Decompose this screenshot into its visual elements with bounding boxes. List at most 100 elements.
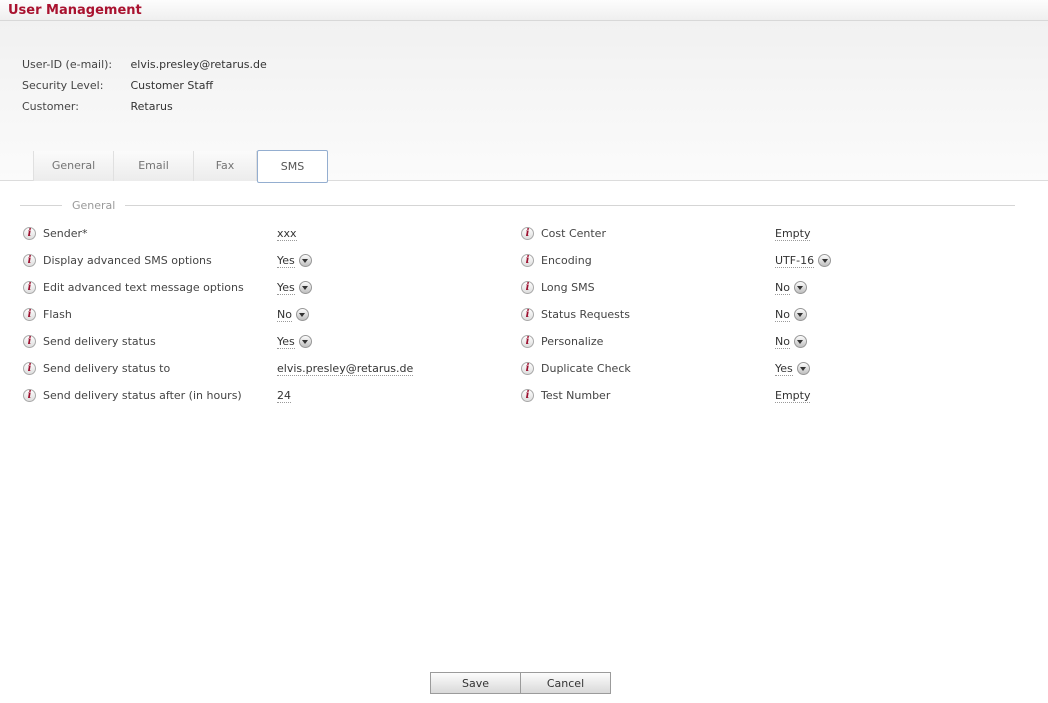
form-row: i Display advanced SMS options Yes <box>23 247 500 274</box>
user-info-row: Security Level: Customer Staff <box>22 75 1048 96</box>
info-icon[interactable]: i <box>521 362 534 375</box>
down-triangle-icon <box>302 259 308 263</box>
form-row: i Send delivery status to elvis.presley@… <box>23 355 500 382</box>
form-row: i Send delivery status after (in hours) … <box>23 382 500 409</box>
info-icon[interactable]: i <box>23 227 36 240</box>
sms-settings-form: i Sender* xxx i Display advanced SMS opt… <box>0 220 1048 409</box>
field-value[interactable]: Yes <box>277 335 295 349</box>
form-column-right: i Cost Center Empty i Encoding UTF-16 i … <box>521 220 1048 409</box>
field-label: Test Number <box>541 389 775 402</box>
info-icon[interactable]: i <box>23 362 36 375</box>
tab-label: Fax <box>216 159 235 172</box>
user-info-block: User-ID (e-mail): elvis.presley@retarus.… <box>0 21 1048 117</box>
cancel-button[interactable]: Cancel <box>520 672 611 694</box>
field-label: Send delivery status after (in hours) <box>43 389 277 402</box>
field-label: Send delivery status to <box>43 362 277 375</box>
field-value[interactable]: Yes <box>775 362 793 376</box>
dropdown-icon[interactable] <box>296 308 309 321</box>
info-icon[interactable]: i <box>23 389 36 402</box>
form-row: i Cost Center Empty <box>521 220 1048 247</box>
dropdown-icon[interactable] <box>818 254 831 267</box>
field-value[interactable]: Yes <box>277 254 295 268</box>
field-value[interactable]: elvis.presley@retarus.de <box>277 362 413 376</box>
page-header: User Management <box>0 0 1048 21</box>
dropdown-icon[interactable] <box>299 335 312 348</box>
field-label: Sender* <box>43 227 277 240</box>
field-label: Long SMS <box>541 281 775 294</box>
user-summary-section: User-ID (e-mail): elvis.presley@retarus.… <box>0 21 1048 181</box>
info-icon[interactable]: i <box>23 308 36 321</box>
down-triangle-icon <box>302 340 308 344</box>
tab-label: General <box>52 159 95 172</box>
field-label: Duplicate Check <box>541 362 775 375</box>
field-label: Status Requests <box>541 308 775 321</box>
user-info-row: User-ID (e-mail): elvis.presley@retarus.… <box>22 54 1048 75</box>
info-icon[interactable]: i <box>521 281 534 294</box>
info-icon[interactable]: i <box>23 254 36 267</box>
down-triangle-icon <box>302 286 308 290</box>
down-triangle-icon <box>800 367 806 371</box>
field-value[interactable]: Empty <box>775 227 810 241</box>
info-icon[interactable]: i <box>521 227 534 240</box>
user-info-label: Customer: <box>22 96 127 117</box>
info-icon[interactable]: i <box>23 335 36 348</box>
dropdown-icon[interactable] <box>794 281 807 294</box>
form-row: i Test Number Empty <box>521 382 1048 409</box>
tab-general[interactable]: General <box>33 151 113 181</box>
tab-email[interactable]: Email <box>113 151 193 181</box>
form-column-left: i Sender* xxx i Display advanced SMS opt… <box>23 220 500 409</box>
field-value[interactable]: xxx <box>277 227 297 241</box>
field-value[interactable]: No <box>775 281 790 295</box>
user-management-page: User Management User-ID (e-mail): elvis.… <box>0 0 1048 703</box>
dropdown-icon[interactable] <box>299 254 312 267</box>
user-info-value: Retarus <box>131 100 173 113</box>
section-legend: General <box>0 199 1048 212</box>
tab-fax[interactable]: Fax <box>193 151 257 181</box>
field-label: Flash <box>43 308 277 321</box>
field-value[interactable]: No <box>775 308 790 322</box>
tab-label: Email <box>138 159 169 172</box>
action-button-bar: Save Cancel <box>430 672 611 694</box>
form-row: i Status Requests No <box>521 301 1048 328</box>
field-value[interactable]: Yes <box>277 281 295 295</box>
section-legend-label: General <box>62 199 125 212</box>
form-row: i Edit advanced text message options Yes <box>23 274 500 301</box>
dropdown-icon[interactable] <box>794 335 807 348</box>
dropdown-icon[interactable] <box>797 362 810 375</box>
info-icon[interactable]: i <box>521 308 534 321</box>
field-value[interactable]: 24 <box>277 389 291 403</box>
form-row: i Duplicate Check Yes <box>521 355 1048 382</box>
user-info-value: elvis.presley@retarus.de <box>131 58 267 71</box>
tab-sms[interactable]: SMS <box>257 150 328 183</box>
down-triangle-icon <box>797 286 803 290</box>
user-info-label: User-ID (e-mail): <box>22 54 127 75</box>
field-label: Send delivery status <box>43 335 277 348</box>
form-row: i Encoding UTF-16 <box>521 247 1048 274</box>
info-icon[interactable]: i <box>521 335 534 348</box>
dropdown-icon[interactable] <box>794 308 807 321</box>
form-row: i Personalize No <box>521 328 1048 355</box>
info-icon[interactable]: i <box>23 281 36 294</box>
down-triangle-icon <box>797 340 803 344</box>
save-button[interactable]: Save <box>430 672 521 694</box>
info-icon[interactable]: i <box>521 254 534 267</box>
legend-line-right <box>125 205 1015 206</box>
tab-label: SMS <box>281 160 304 173</box>
field-label: Encoding <box>541 254 775 267</box>
page-title: User Management <box>8 3 142 18</box>
user-info-value: Customer Staff <box>131 79 214 92</box>
form-row: i Long SMS No <box>521 274 1048 301</box>
tab-content: General i Sender* xxx i Display advanced… <box>0 181 1048 409</box>
field-label: Edit advanced text message options <box>43 281 277 294</box>
field-value[interactable]: No <box>775 335 790 349</box>
field-value[interactable]: UTF-16 <box>775 254 814 268</box>
field-label: Display advanced SMS options <box>43 254 277 267</box>
legend-line-left <box>20 205 62 206</box>
user-info-label: Security Level: <box>22 75 127 96</box>
field-value[interactable]: Empty <box>775 389 810 403</box>
info-icon[interactable]: i <box>521 389 534 402</box>
field-value[interactable]: No <box>277 308 292 322</box>
form-row: i Sender* xxx <box>23 220 500 247</box>
tab-bar: General Email Fax SMS <box>33 150 328 181</box>
dropdown-icon[interactable] <box>299 281 312 294</box>
